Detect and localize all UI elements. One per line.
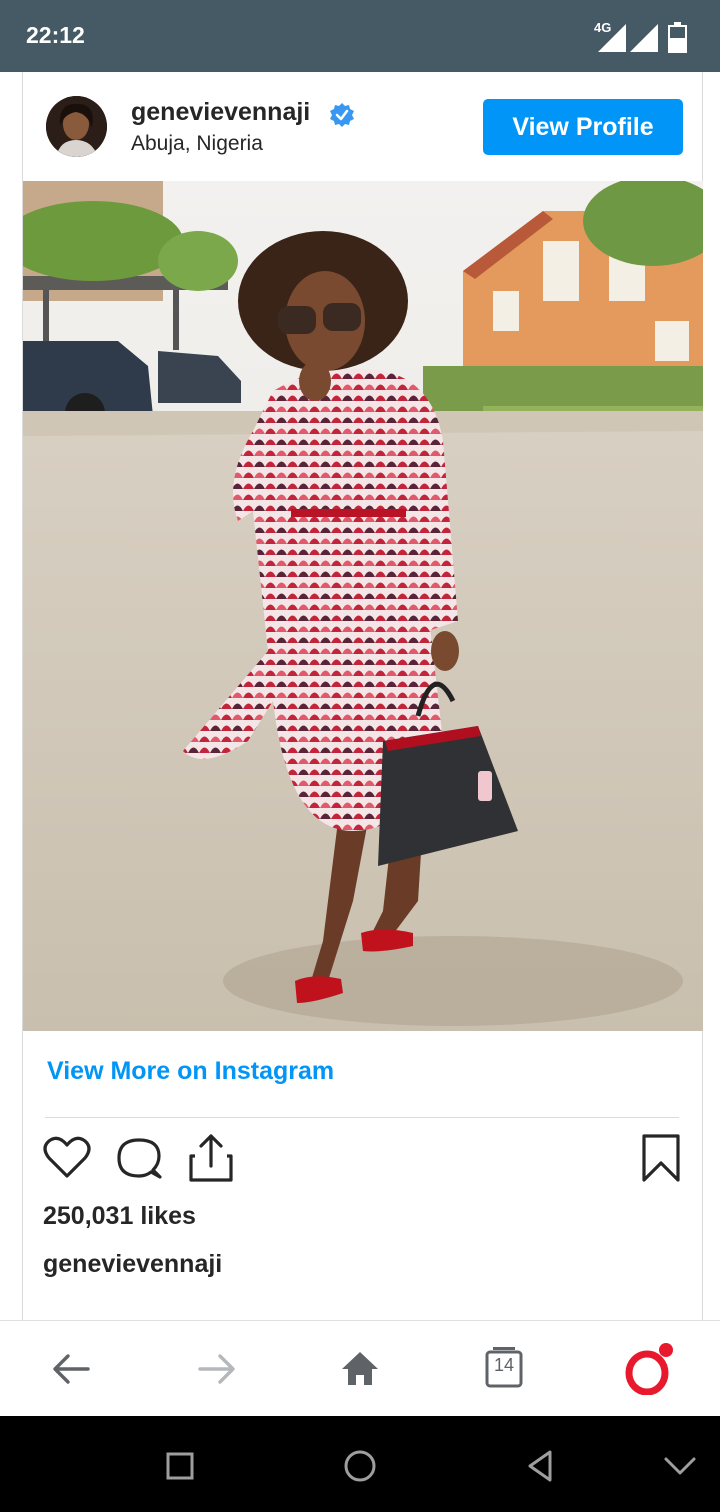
instagram-embed-card: genevievennaji Abuja, Nigeria View Profi… bbox=[22, 72, 703, 1320]
view-profile-button[interactable]: View Profile bbox=[483, 99, 683, 155]
status-bar: 22:12 4G bbox=[0, 0, 720, 72]
status-time: 22:12 bbox=[26, 22, 85, 48]
browser-toolbar: 14 bbox=[0, 1320, 720, 1416]
verified-badge-icon bbox=[330, 103, 354, 127]
collapse-chevron-icon[interactable] bbox=[658, 1444, 702, 1488]
divider bbox=[45, 1117, 679, 1118]
likes-count[interactable]: 250,031 likes bbox=[43, 1202, 196, 1231]
avatar[interactable] bbox=[46, 96, 107, 157]
back-arrow-icon[interactable] bbox=[46, 1343, 98, 1395]
battery-icon bbox=[668, 22, 687, 53]
post-photo[interactable] bbox=[23, 181, 703, 1031]
network-type-label: 4G bbox=[594, 20, 611, 35]
home-circle-icon[interactable] bbox=[338, 1444, 382, 1488]
opera-menu-icon[interactable] bbox=[622, 1343, 674, 1395]
system-navigation-bar bbox=[0, 1416, 720, 1512]
recents-square-icon[interactable] bbox=[158, 1444, 202, 1488]
share-icon[interactable] bbox=[185, 1132, 237, 1184]
username-link[interactable]: genevievennaji bbox=[131, 98, 310, 127]
tabs-button[interactable]: 14 bbox=[478, 1343, 530, 1395]
view-more-on-instagram-link[interactable]: View More on Instagram bbox=[47, 1057, 334, 1086]
heart-icon[interactable] bbox=[41, 1132, 93, 1184]
back-triangle-icon[interactable] bbox=[518, 1444, 562, 1488]
location-label[interactable]: Abuja, Nigeria bbox=[131, 132, 263, 156]
forward-arrow-icon[interactable] bbox=[190, 1343, 242, 1395]
comment-icon[interactable] bbox=[113, 1132, 165, 1184]
caption-username[interactable]: genevievennaji bbox=[43, 1250, 222, 1279]
tab-count: 14 bbox=[493, 1355, 515, 1375]
post-header: genevievennaji Abuja, Nigeria View Profi… bbox=[23, 72, 702, 181]
status-icons: 4G bbox=[594, 20, 687, 53]
post-photo-image bbox=[23, 181, 703, 1031]
bookmark-icon[interactable] bbox=[635, 1132, 687, 1184]
signal-icon bbox=[630, 24, 658, 52]
home-icon[interactable] bbox=[334, 1343, 386, 1395]
